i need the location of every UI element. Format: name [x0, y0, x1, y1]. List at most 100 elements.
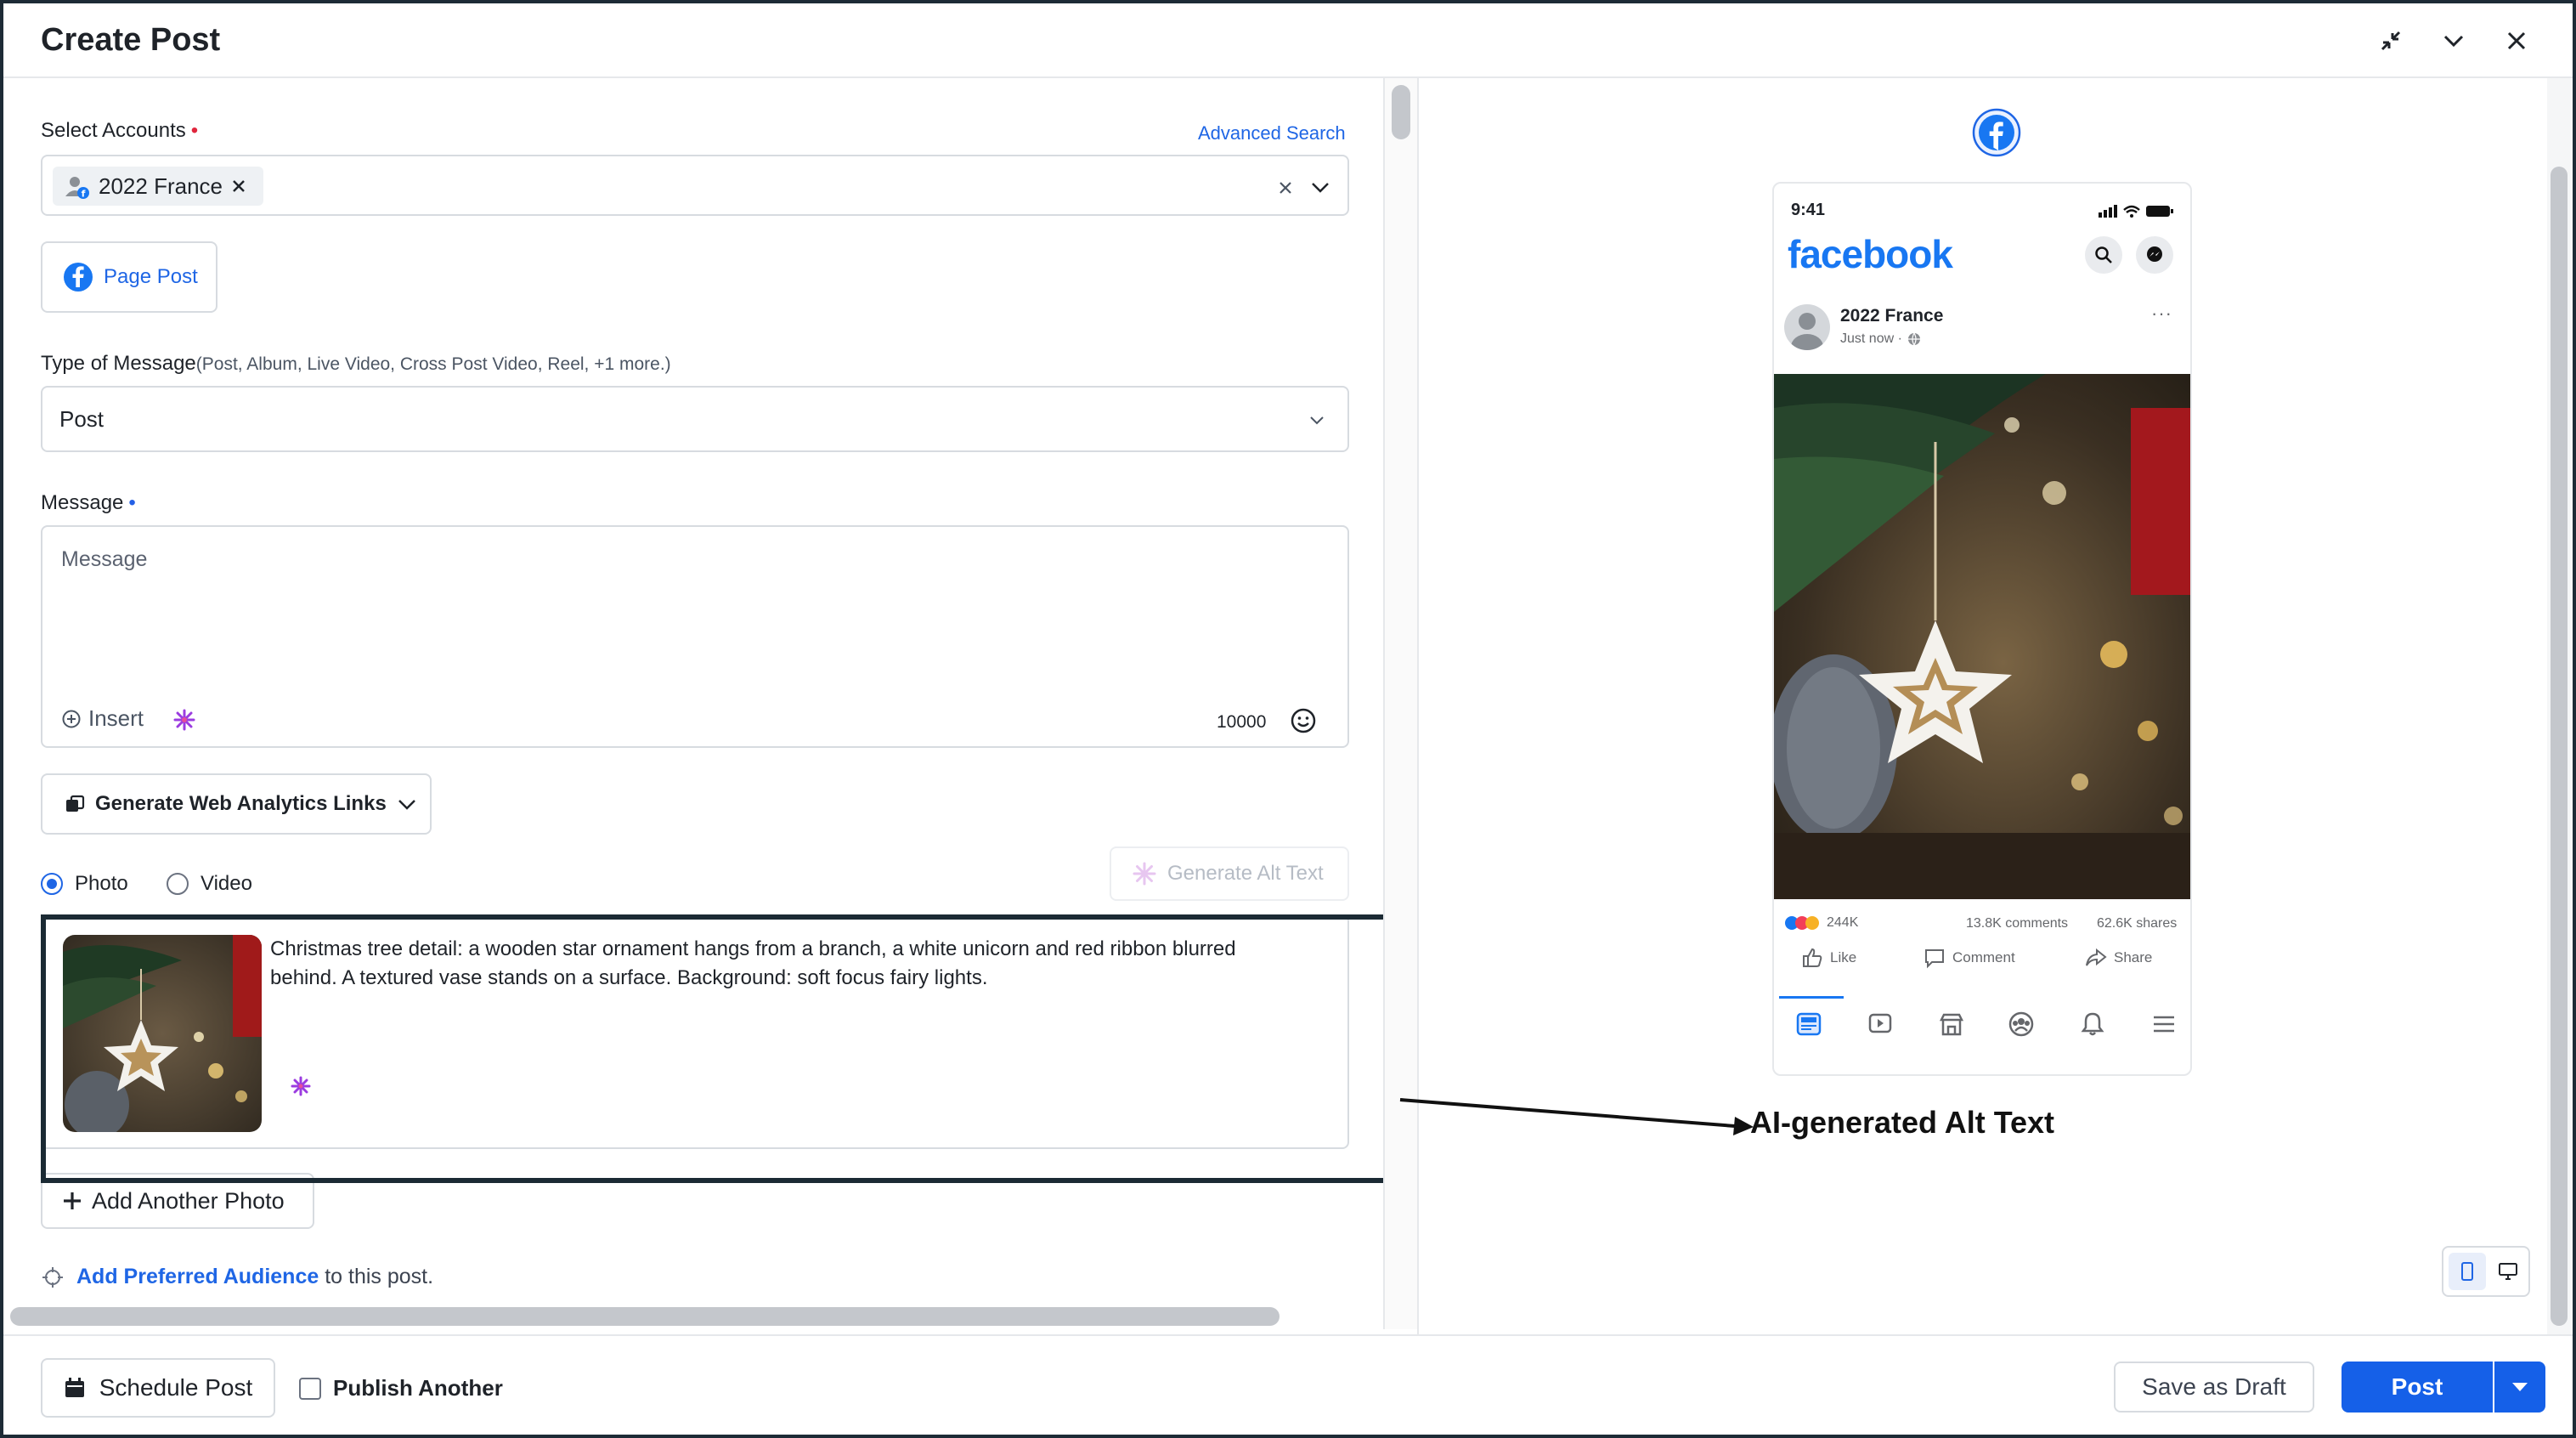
schedule-post-label: Schedule Post — [99, 1374, 253, 1401]
comment-icon — [1925, 949, 1944, 969]
message-type-select[interactable]: Post — [41, 386, 1349, 452]
plus-circle-icon — [62, 710, 81, 727]
insert-button[interactable]: Insert — [61, 705, 144, 732]
annotation-arrow — [1399, 1098, 1754, 1135]
facebook-icon — [64, 263, 93, 292]
collapse-button[interactable] — [2435, 22, 2472, 59]
video-tab-icon[interactable] — [1867, 1011, 1893, 1037]
emoji-icon[interactable] — [1290, 707, 1317, 734]
video-label: Video — [201, 872, 252, 895]
chevron-down-icon[interactable] — [1310, 177, 1330, 197]
account-chip-label: 2022 France — [99, 173, 223, 199]
audience-suffix: to this post. — [319, 1265, 434, 1288]
advanced-search-link[interactable]: Advanced Search — [1198, 122, 1346, 144]
preview-account-name: 2022 France — [1840, 306, 1944, 326]
photo-label: Photo — [75, 872, 128, 895]
like-label: Like — [1830, 949, 1857, 965]
add-preferred-audience-link[interactable]: Add Preferred Audience — [76, 1265, 319, 1288]
post-button[interactable]: Post — [2342, 1362, 2493, 1413]
dialog-footer: Schedule Post Publish Another Save as Dr… — [3, 1334, 2573, 1435]
facebook-post-preview: 9:41 facebook 2022 France Just now · ··· — [1772, 182, 2192, 1076]
horizontal-scrollbar-thumb[interactable] — [10, 1307, 1280, 1326]
preview-messenger-button[interactable] — [2136, 236, 2173, 274]
thumbs-up-icon — [1803, 948, 1822, 967]
comment-action[interactable]: Comment — [1924, 947, 2015, 969]
select-accounts-text: Select Accounts — [41, 119, 186, 142]
save-as-draft-button[interactable]: Save as Draft — [2114, 1362, 2314, 1413]
select-accounts-label: Select Accounts • — [41, 119, 198, 143]
chevron-down-icon — [1310, 416, 1324, 425]
facebook-wordmark: facebook — [1788, 232, 1953, 276]
generate-analytics-links-button[interactable]: Generate Web Analytics Links — [41, 773, 432, 835]
active-tab-indicator — [1779, 996, 1844, 999]
plus-icon — [64, 1192, 81, 1209]
share-count: 62.6K shares — [2097, 916, 2178, 931]
message-type-label: Type of Message(Post, Album, Live Video,… — [41, 352, 671, 376]
dialog-title: Create Post — [41, 22, 221, 58]
page-post-button[interactable]: Page Post — [41, 241, 217, 313]
preview-scrollbar-thumb[interactable] — [2551, 167, 2568, 1326]
menu-icon[interactable] — [2151, 1011, 2177, 1037]
preview-when: Just now · — [1840, 331, 1902, 346]
schedule-post-button[interactable]: Schedule Post — [41, 1358, 275, 1418]
publish-another-checkbox[interactable]: Publish Another — [299, 1375, 503, 1401]
desktop-icon — [2499, 1263, 2517, 1280]
device-toggle — [2442, 1246, 2530, 1297]
comment-label: Comment — [1952, 949, 2015, 965]
message-textarea[interactable]: Message Insert 10000 — [41, 525, 1349, 748]
message-label-text: Message — [41, 491, 124, 514]
share-action[interactable]: Share — [2085, 947, 2152, 969]
required-marker: • — [128, 491, 136, 514]
preview-timestamp: Just now · — [1840, 331, 1921, 347]
preview-avatar — [1784, 304, 1830, 350]
generate-alt-text-button[interactable]: Generate Alt Text — [1110, 846, 1349, 901]
minimize-button[interactable] — [2372, 22, 2409, 59]
radio-unselected — [167, 873, 189, 895]
calendar-icon — [65, 1378, 84, 1397]
video-radio[interactable]: Video — [167, 872, 252, 896]
character-count: 10000 — [1217, 712, 1267, 732]
search-icon — [2095, 246, 2112, 263]
vertical-scrollbar-thumb[interactable] — [1392, 85, 1410, 139]
page-post-label: Page Post — [104, 265, 198, 288]
preview-search-button[interactable] — [2085, 236, 2122, 274]
remove-chip-icon[interactable] — [231, 178, 246, 194]
collapse-icon — [2381, 31, 2401, 51]
ai-sparkle-icon[interactable] — [173, 709, 195, 731]
dialog-header: Create Post — [3, 3, 2573, 78]
checkbox-unchecked — [299, 1377, 321, 1400]
mobile-icon — [2461, 1262, 2473, 1281]
status-time: 9:41 — [1791, 201, 1826, 219]
facebook-network-icon[interactable] — [1971, 107, 2022, 158]
radio-selected — [41, 873, 63, 895]
message-type-text: Type of Message — [41, 352, 196, 375]
save-draft-label: Save as Draft — [2142, 1373, 2286, 1400]
photo-radio[interactable]: Photo — [41, 872, 128, 896]
share-icon — [2086, 948, 2107, 966]
target-icon — [42, 1266, 63, 1288]
marketplace-icon[interactable] — [1939, 1011, 1964, 1037]
clear-icon[interactable] — [1278, 180, 1293, 195]
insert-label: Insert — [88, 705, 144, 731]
preview-post-image — [1774, 374, 2190, 899]
ai-sparkle-icon — [1133, 862, 1156, 886]
annotation-label: AI-generated Alt Text — [1750, 1105, 2055, 1140]
groups-icon[interactable] — [2008, 1011, 2034, 1037]
like-action[interactable]: Like — [1801, 947, 1856, 969]
post-options-dropdown[interactable] — [2494, 1362, 2545, 1413]
desktop-view-button[interactable] — [2489, 1253, 2527, 1290]
chevron-down-icon — [2443, 35, 2464, 48]
mobile-view-button[interactable] — [2449, 1253, 2486, 1290]
message-label: Message • — [41, 491, 136, 515]
comment-count: 13.8K comments — [1966, 916, 2069, 931]
account-chip: f 2022 France — [53, 167, 263, 206]
accounts-select[interactable]: f 2022 France — [41, 155, 1349, 216]
notifications-icon[interactable] — [2080, 1011, 2105, 1037]
more-options-icon[interactable]: ··· — [2151, 303, 2172, 325]
globe-icon — [1907, 332, 1920, 346]
preferred-audience-row: Add Preferred Audience to this post. — [41, 1265, 433, 1289]
chevron-down-icon — [398, 800, 415, 810]
message-type-value: Post — [59, 406, 105, 432]
close-button[interactable] — [2498, 22, 2535, 59]
home-feed-icon[interactable] — [1796, 1011, 1822, 1037]
